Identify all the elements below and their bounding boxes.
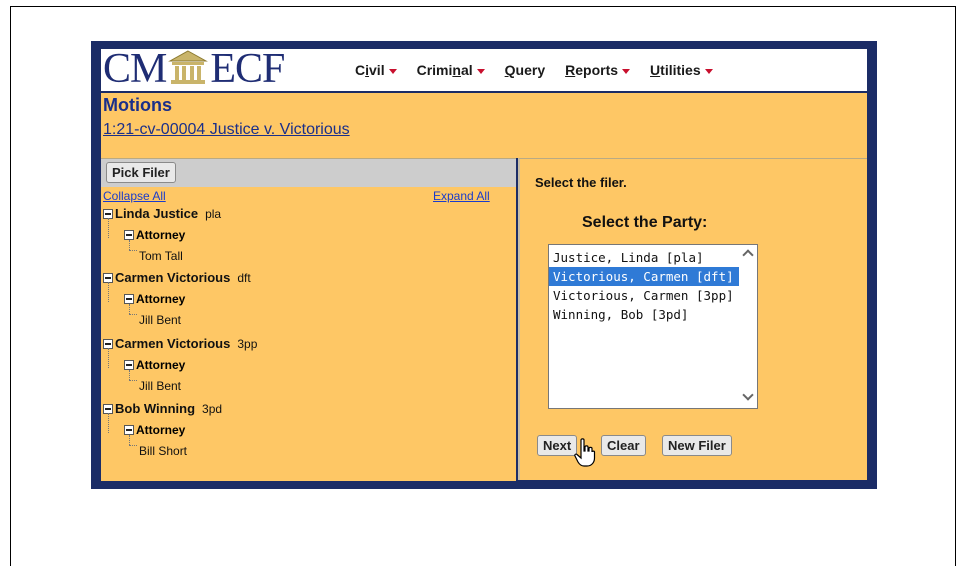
expand-all-link[interactable]: Expand All <box>433 189 490 203</box>
chevron-down-icon <box>622 68 631 74</box>
chevron-down-icon <box>476 68 485 74</box>
tree-attorney-node[interactable]: Attorney <box>124 292 185 306</box>
tree-attorney-name[interactable]: Bill Short <box>139 444 187 458</box>
instruction-text: Select the filer. <box>535 175 627 190</box>
party-option[interactable]: Victorious, Carmen [3pp] <box>549 286 739 305</box>
tree-attorney-name[interactable]: Jill Bent <box>139 379 181 393</box>
scroll-down-icon[interactable] <box>742 389 754 401</box>
page-title: Motions <box>103 95 172 115</box>
party-option[interactable]: Justice, Linda [pla] <box>549 248 739 267</box>
tree-attorney-node[interactable]: Attorney <box>124 358 185 372</box>
tree-attorney-name[interactable]: Jill Bent <box>139 313 181 327</box>
menu-criminal[interactable]: Criminal <box>417 62 485 78</box>
collapse-icon[interactable] <box>124 424 134 435</box>
case-link[interactable]: 1:21-cv-00004 Justice v. Victorious <box>103 121 350 139</box>
select-party-panel: Select the filer. Select the Party: Just… <box>518 158 867 480</box>
party-option[interactable]: Winning, Bob [3pd] <box>549 305 739 324</box>
collapse-icon[interactable] <box>124 293 134 304</box>
collapse-icon[interactable] <box>124 229 134 240</box>
collapse-icon[interactable] <box>124 359 134 370</box>
scroll-up-icon[interactable] <box>742 249 754 261</box>
collapse-all-link[interactable]: Collapse All <box>103 189 166 203</box>
party-listbox[interactable]: Justice, Linda [pla] Victorious, Carmen … <box>548 244 758 409</box>
next-button[interactable]: Next <box>537 435 578 456</box>
menu-query[interactable]: Query <box>505 62 545 78</box>
menu-bar: CM ECF Civil Criminal Query Reports Util… <box>101 46 867 92</box>
cmecf-window: CM ECF Civil Criminal Query Reports Util… <box>91 41 877 489</box>
tree-attorney-name[interactable]: Tom Tall <box>139 249 183 263</box>
pick-filer-bar: Pick Filer <box>101 159 516 187</box>
chevron-down-icon <box>388 68 397 74</box>
clear-button[interactable]: Clear <box>601 435 646 456</box>
tree-party-node[interactable]: Bob Winning 3pd <box>103 401 222 416</box>
filer-tree-panel: Pick Filer Collapse All Expand All Linda… <box>101 158 516 481</box>
tree-party-node[interactable]: Carmen Victorious dft <box>103 270 251 285</box>
main-menu: Civil Criminal Query Reports Utilities <box>355 62 733 78</box>
menu-reports[interactable]: Reports <box>565 62 631 78</box>
page-header: Motions 1:21-cv-00004 Justice v. Victori… <box>101 93 867 158</box>
tree-party-node[interactable]: Carmen Victorious 3pp <box>103 336 257 351</box>
courthouse-icon <box>168 49 209 85</box>
new-filer-button[interactable]: New Filer <box>662 435 732 456</box>
chevron-down-icon <box>704 68 713 74</box>
cmecf-logo[interactable]: CM ECF <box>103 46 285 92</box>
tree-controls: Collapse All Expand All <box>101 189 516 205</box>
select-party-label: Select the Party: <box>582 214 708 231</box>
party-option-selected[interactable]: Victorious, Carmen [dft] <box>549 267 739 286</box>
menu-civil[interactable]: Civil <box>355 62 397 78</box>
hand-cursor-icon <box>574 438 596 467</box>
tree-attorney-node[interactable]: Attorney <box>124 423 185 437</box>
tree-party-node[interactable]: Linda Justice pla <box>103 206 221 221</box>
pick-filer-button[interactable]: Pick Filer <box>106 162 176 183</box>
tree-attorney-node[interactable]: Attorney <box>124 228 185 242</box>
menu-utilities[interactable]: Utilities <box>650 62 713 78</box>
